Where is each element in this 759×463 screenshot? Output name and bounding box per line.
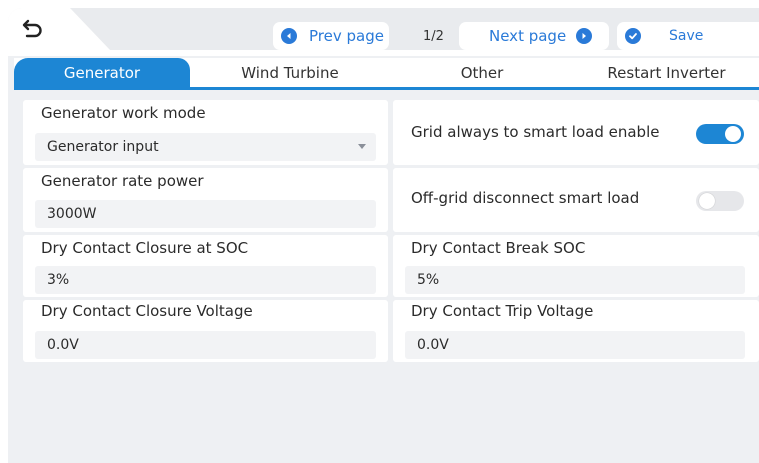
next-page-button[interactable]: Next page — [459, 22, 609, 50]
trip-voltage-label: Dry Contact Trip Voltage — [411, 302, 594, 320]
generator-work-mode-select[interactable]: Generator input — [35, 133, 376, 161]
closure-soc-field[interactable]: 3% — [35, 266, 376, 294]
toggle-knob — [725, 126, 741, 142]
offgrid-disconnect-card: Off-grid disconnect smart load — [393, 168, 759, 232]
circle-check-icon — [625, 28, 641, 44]
generator-work-mode-value: Generator input — [47, 139, 159, 155]
back-arrow-icon — [22, 19, 42, 38]
back-button[interactable] — [18, 16, 48, 42]
save-button[interactable]: Save — [617, 22, 759, 50]
tab-underline — [14, 87, 759, 90]
generator-work-mode-card: Generator work mode Generator input — [23, 100, 388, 165]
tab-restart-inverter[interactable]: Restart Inverter — [574, 58, 759, 88]
generator-rate-power-card: Generator rate power 3000W — [23, 168, 388, 232]
closure-voltage-field[interactable]: 0.0V — [35, 331, 376, 359]
grid-smart-load-toggle[interactable] — [696, 124, 744, 144]
offgrid-disconnect-label: Off-grid disconnect smart load — [411, 189, 640, 207]
prev-page-label: Prev page — [309, 27, 384, 45]
generator-rate-power-label: Generator rate power — [41, 172, 204, 190]
dropdown-triangle-icon — [358, 144, 366, 149]
grid-smart-load-card: Grid always to smart load enable — [393, 100, 759, 165]
grid-smart-load-label: Grid always to smart load enable — [411, 123, 660, 141]
generator-rate-power-field[interactable]: 3000W — [35, 200, 376, 228]
toggle-knob — [699, 193, 715, 209]
circle-right-icon — [576, 28, 593, 44]
tab-wind-turbine[interactable]: Wind Turbine — [190, 58, 390, 88]
page-indicator: 1/2 — [423, 28, 444, 44]
trip-voltage-card: Dry Contact Trip Voltage 0.0V — [393, 300, 759, 362]
save-label: Save — [669, 28, 704, 44]
break-soc-card: Dry Contact Break SOC 5% — [393, 235, 759, 297]
trip-voltage-field[interactable]: 0.0V — [405, 331, 745, 359]
closure-voltage-label: Dry Contact Closure Voltage — [41, 302, 253, 320]
closure-soc-card: Dry Contact Closure at SOC 3% — [23, 235, 388, 297]
tab-generator[interactable]: Generator — [14, 58, 190, 88]
tab-other[interactable]: Other — [390, 58, 574, 88]
tab-bar: Generator Wind Turbine Other Restart Inv… — [14, 58, 759, 90]
generator-work-mode-label: Generator work mode — [41, 104, 206, 122]
circle-left-icon — [281, 28, 297, 44]
closure-voltage-card: Dry Contact Closure Voltage 0.0V — [23, 300, 388, 362]
break-soc-field[interactable]: 5% — [405, 266, 745, 294]
next-page-label: Next page — [489, 27, 567, 45]
closure-soc-label: Dry Contact Closure at SOC — [41, 239, 249, 257]
offgrid-disconnect-toggle[interactable] — [696, 191, 744, 211]
break-soc-label: Dry Contact Break SOC — [411, 239, 586, 257]
prev-page-button[interactable]: Prev page — [273, 22, 389, 50]
